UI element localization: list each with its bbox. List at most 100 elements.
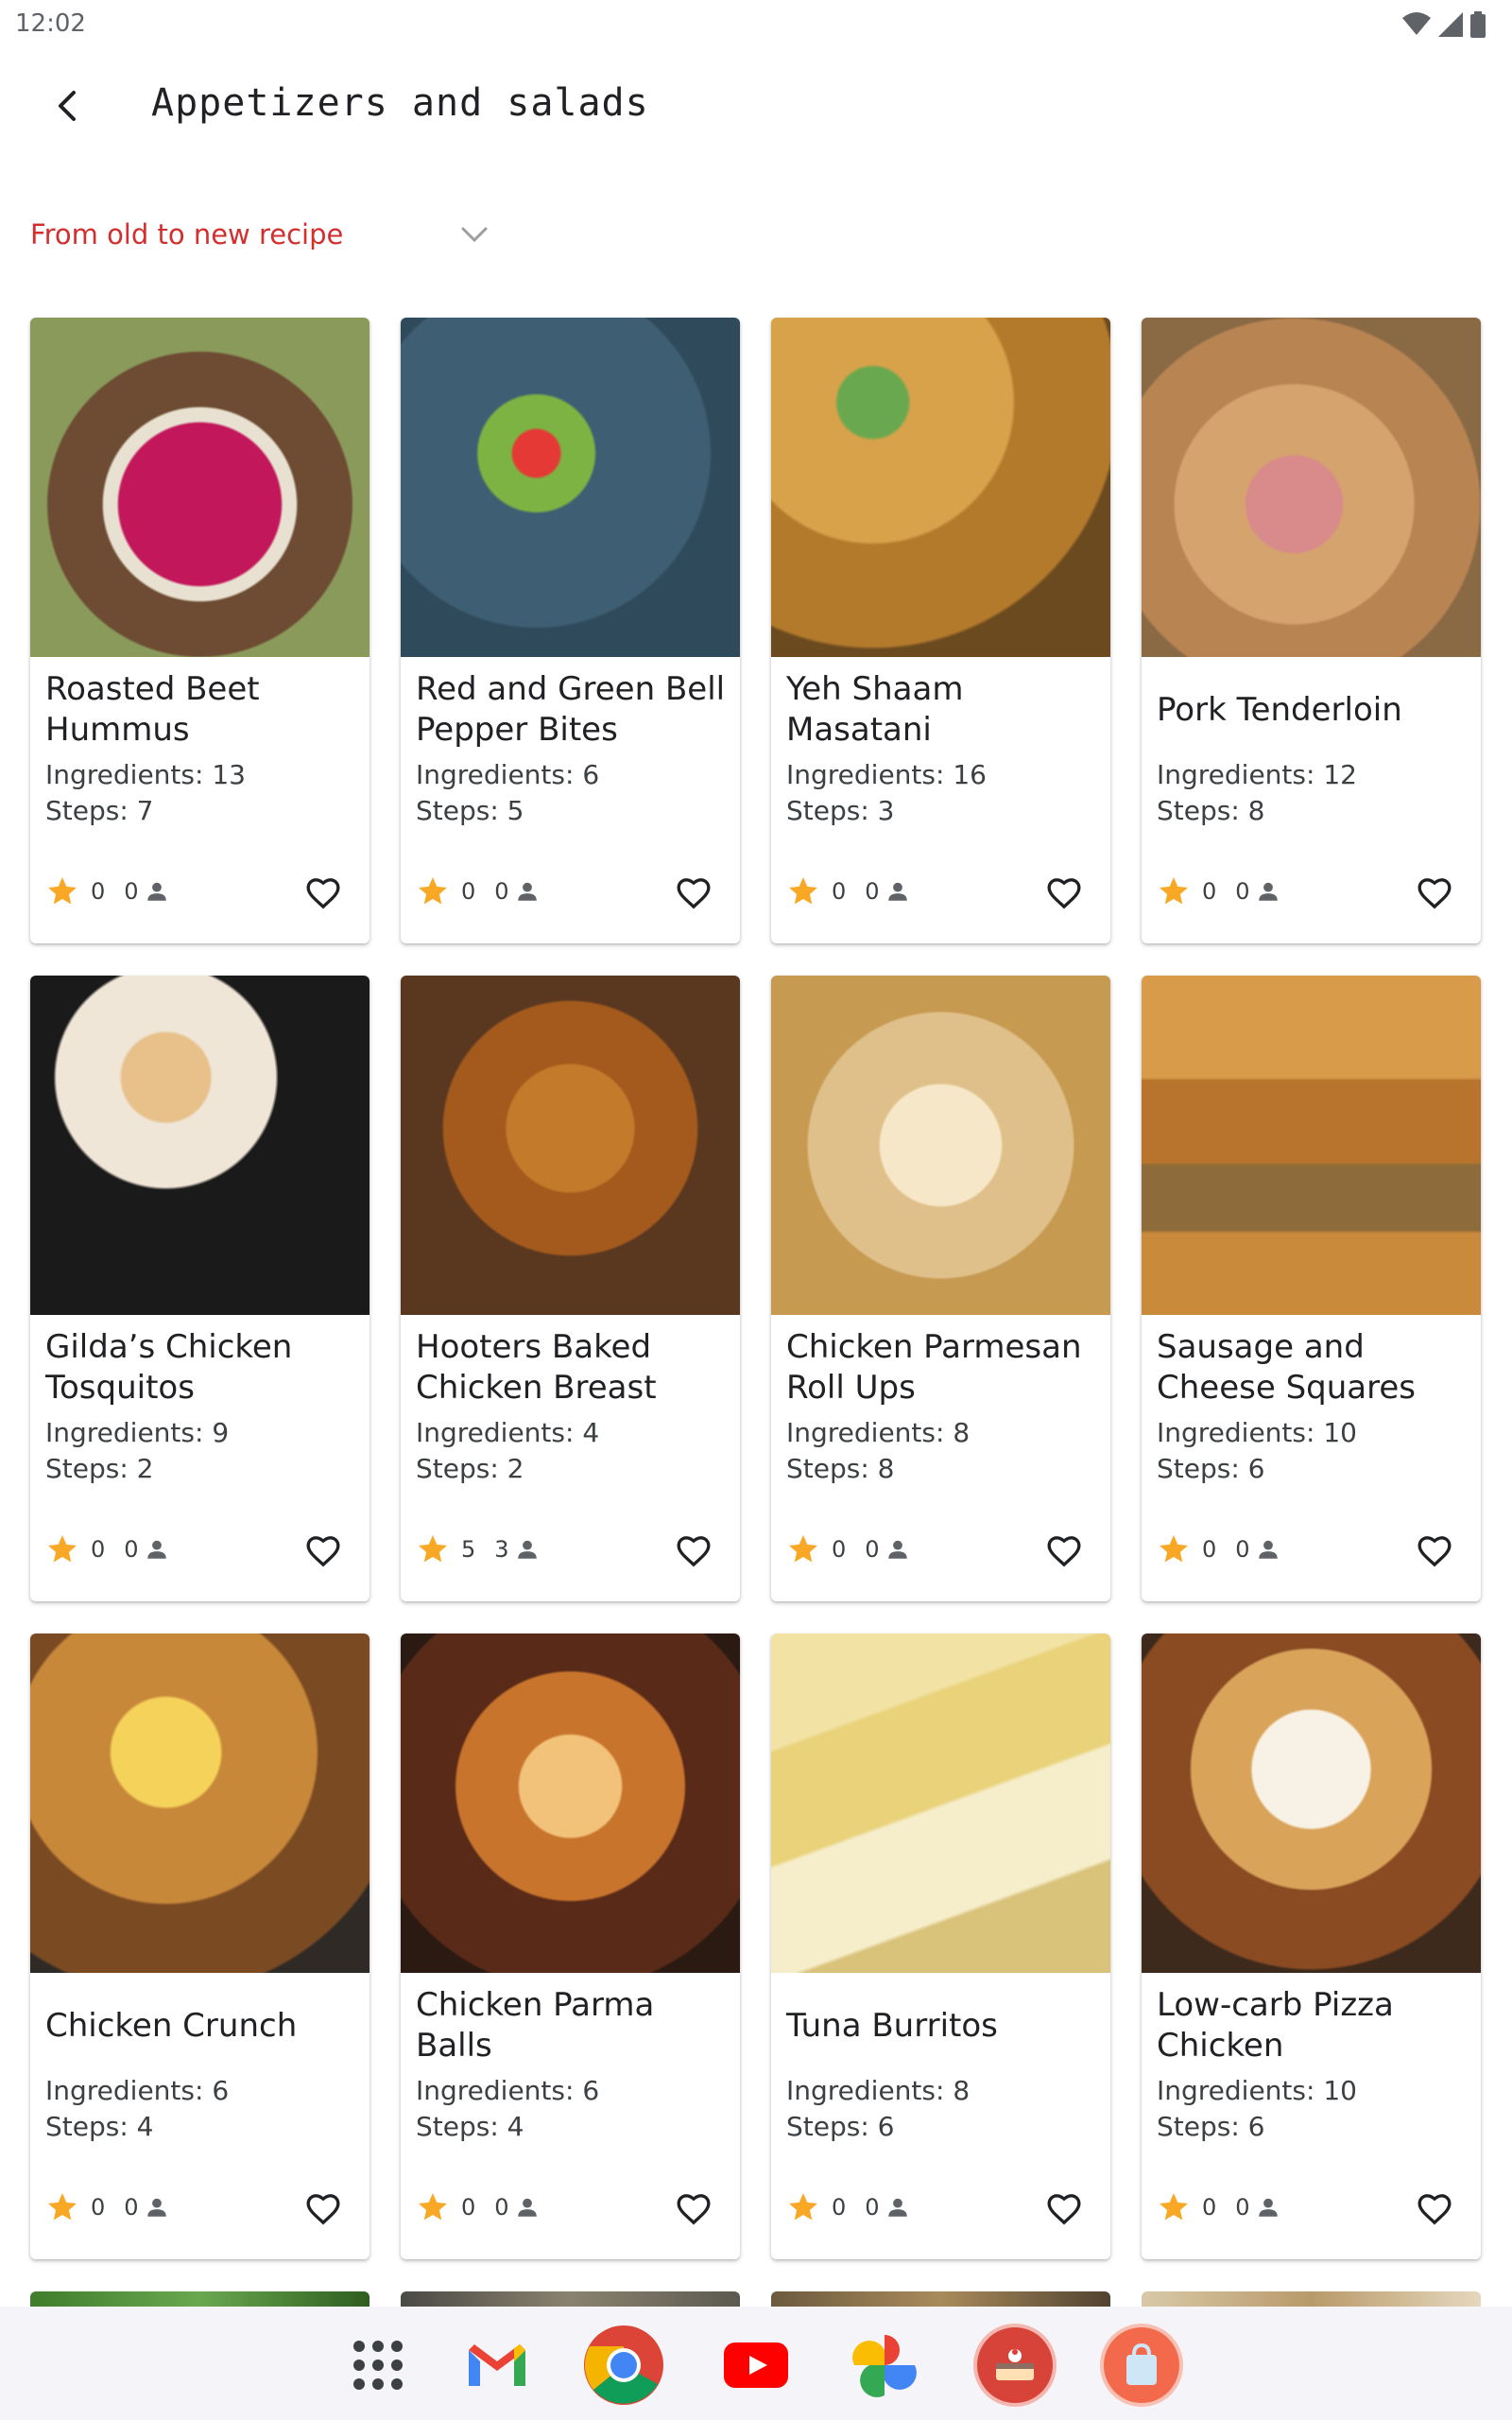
heart-outline-icon [677, 2194, 711, 2225]
recipe-title: Tuna Burritos [786, 2006, 998, 2045]
bag-icon [1126, 2342, 1157, 2385]
recipe-card[interactable]: Tuna Burritos Ingredients: 8 Steps: 6 00 [771, 1634, 1110, 2259]
card-body: Chicken Parmesan Roll Ups Ingredients: 8 S… [771, 1315, 1110, 1601]
rating-value: 0 [832, 878, 847, 905]
rating-count: 0 [124, 1536, 139, 1563]
star-icon [1160, 2193, 1188, 2221]
recipe-title: Hooters Baked Chicken Breast [416, 1328, 657, 1407]
ingredients-count: Ingredients: 9 [45, 1417, 230, 1448]
recipe-card[interactable]: Chicken Parmesan Roll Ups Ingredients: 8 S… [771, 976, 1110, 1601]
person-icon [146, 1540, 166, 1559]
rating-value: 0 [1202, 2194, 1217, 2221]
status-icons [1402, 11, 1486, 38]
recipe-app-icon[interactable] [973, 2324, 1057, 2407]
card-footer: 00 [786, 1523, 1098, 1576]
favorite-button[interactable] [671, 1529, 716, 1574]
star-icon [789, 877, 817, 905]
heart-outline-icon [1418, 1536, 1452, 1567]
recipe-meta: Ingredients: 10 Steps: 6 [1157, 1415, 1357, 1487]
person-icon [887, 882, 907, 901]
card-body: Roasted Beet Hummus Ingredients: 13 Steps:… [30, 657, 369, 943]
back-button[interactable] [38, 76, 98, 136]
recipe-card[interactable]: Low-carb Pizza Chicken Ingredients: 10 Ste… [1142, 1634, 1481, 2259]
heart-outline-icon [1418, 878, 1452, 909]
recipe-meta: Ingredients: 8 Steps: 8 [786, 1415, 970, 1487]
gmail-glyph [469, 2344, 525, 2386]
recipe-card[interactable]: Roasted Beet Hummus Ingredients: 13 Steps:… [30, 318, 369, 943]
recipe-title: Chicken Parma Balls [416, 1986, 655, 2065]
person-icon [146, 882, 166, 901]
favorite-button[interactable] [1412, 1529, 1457, 1574]
favorite-button[interactable] [671, 871, 716, 916]
recipe-card[interactable]: Chicken Parma Balls Ingredients: 6 Steps: … [401, 1634, 740, 2259]
card-footer: 00 [1157, 2181, 1469, 2234]
favorite-button[interactable] [1041, 871, 1087, 916]
gmail-icon[interactable] [455, 2324, 539, 2407]
card-body: Chicken Parma Balls Ingredients: 6 Steps: … [401, 1973, 740, 2259]
star-icon [1160, 1535, 1188, 1563]
favorite-button[interactable] [301, 1529, 346, 1574]
rating-value: 0 [1202, 1536, 1217, 1563]
favorite-button[interactable] [1041, 1529, 1087, 1574]
recipe-card[interactable]: Red and Green Bell Pepper Bites Ingredien… [401, 318, 740, 943]
recipe-image [30, 318, 369, 657]
rating-value: 0 [832, 1536, 847, 1563]
app-drawer-icon[interactable] [336, 2324, 420, 2407]
recipe-card[interactable]: Pork Tenderloin Ingredients: 12 Steps: 8 00 [1142, 318, 1481, 943]
favorite-button[interactable] [301, 871, 346, 916]
battery-icon [1470, 11, 1486, 38]
person-icon [1258, 882, 1278, 901]
favorite-button[interactable] [1041, 2187, 1087, 2232]
recipe-card[interactable]: Chicken Crunch Ingredients: 6 Steps: 4 00 [30, 1634, 369, 2259]
rating-count: 0 [865, 878, 880, 905]
rating-count: 0 [124, 2194, 139, 2221]
recipe-card[interactable]: Sausage and Cheese Squares Ingredients: 1… [1142, 976, 1481, 1601]
heart-outline-icon [677, 1536, 711, 1567]
recipe-card[interactable]: Yeh Shaam Masatani Ingredients: 16 Steps: … [771, 318, 1110, 943]
rating-count: 0 [1235, 2194, 1250, 2221]
star-icon [789, 1535, 817, 1563]
cake-icon [996, 2349, 1034, 2380]
sort-dropdown[interactable]: From old to new recipe [30, 210, 503, 259]
rating-value: 0 [461, 878, 476, 905]
steps-count: Steps: 8 [786, 1453, 895, 1484]
steps-count: Steps: 5 [416, 795, 524, 826]
recipe-image [401, 1634, 740, 1973]
rating-count: 0 [124, 878, 139, 905]
heart-outline-icon [1047, 2194, 1081, 2225]
ingredients-count: Ingredients: 13 [45, 759, 246, 790]
favorite-button[interactable] [1412, 871, 1457, 916]
ingredients-count: Ingredients: 12 [1157, 759, 1357, 790]
ingredients-count: Ingredients: 16 [786, 759, 987, 790]
recipe-card[interactable]: Hooters Baked Chicken Breast Ingredients:… [401, 976, 740, 1601]
recipe-image [1142, 976, 1481, 1315]
favorite-button[interactable] [301, 2187, 346, 2232]
youtube-icon[interactable] [714, 2324, 798, 2407]
favorite-button[interactable] [671, 2187, 716, 2232]
card-footer: 00 [416, 865, 728, 918]
rating-count: 0 [1235, 1536, 1250, 1563]
favorite-button[interactable] [1412, 2187, 1457, 2232]
ingredients-count: Ingredients: 6 [416, 2075, 600, 2106]
recipe-card[interactable]: Gilda’s Chicken Tosquitos Ingredients: 9 S… [30, 976, 369, 1601]
heart-outline-icon [1418, 2194, 1452, 2225]
recipe-image [401, 318, 740, 657]
ingredients-count: Ingredients: 10 [1157, 1417, 1357, 1448]
chrome-icon[interactable] [582, 2324, 665, 2407]
person-icon [887, 2198, 907, 2217]
shopping-app-icon[interactable] [1100, 2324, 1183, 2407]
steps-count: Steps: 6 [786, 2111, 895, 2142]
card-footer: 53 [416, 1523, 728, 1576]
card-footer: 00 [45, 1523, 357, 1576]
person-icon [517, 2198, 537, 2217]
steps-count: Steps: 6 [1157, 1453, 1265, 1484]
recipe-image [771, 318, 1110, 657]
ingredients-count: Ingredients: 10 [1157, 2075, 1357, 2106]
steps-count: Steps: 4 [45, 2111, 154, 2142]
recipe-title: Chicken Parmesan Roll Ups [786, 1328, 1082, 1407]
recipe-meta: Ingredients: 4 Steps: 2 [416, 1415, 599, 1487]
recipe-meta: Ingredients: 8 Steps: 6 [786, 2073, 970, 2145]
youtube-glyph [724, 2342, 788, 2388]
card-body: Hooters Baked Chicken Breast Ingredients:… [401, 1315, 740, 1601]
photos-icon[interactable] [843, 2324, 926, 2407]
